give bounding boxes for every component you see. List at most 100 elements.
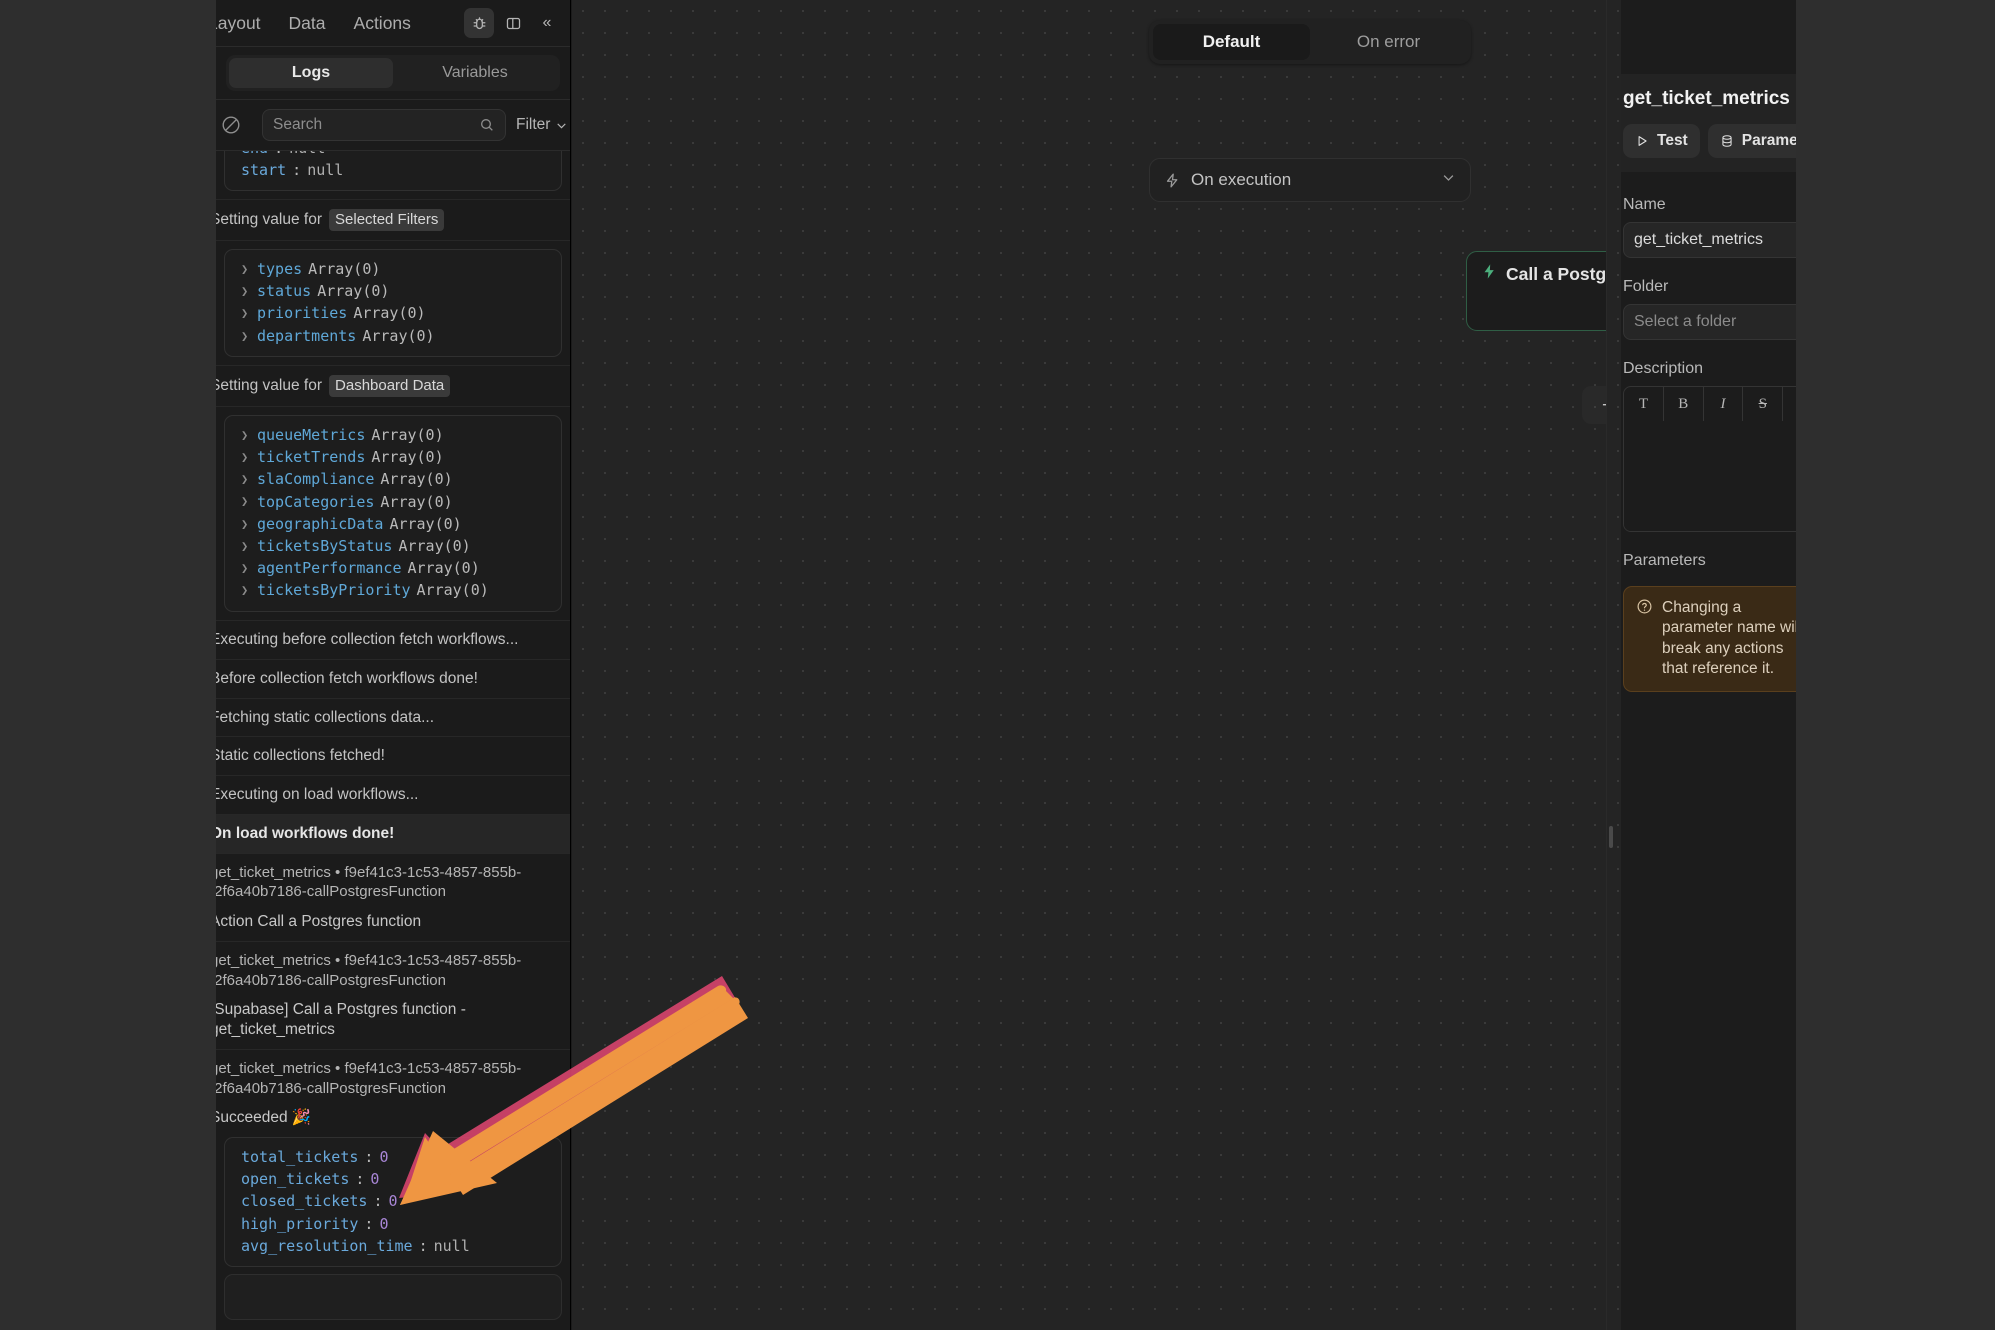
- italic-icon[interactable]: I: [1704, 387, 1744, 421]
- tree-row[interactable]: ❯ticketsByStatusArray(0): [225, 535, 561, 557]
- folder-select[interactable]: Select a folder: [1623, 304, 1796, 340]
- code-row: start: null: [225, 159, 561, 181]
- tree-value: Array(0): [408, 559, 480, 578]
- tree-value: Array(0): [398, 537, 470, 556]
- chevron-right-icon[interactable]: ❯: [241, 329, 251, 344]
- chevron-right-icon[interactable]: ❯: [241, 428, 251, 443]
- tree-row[interactable]: ❯ status Array(0): [225, 281, 561, 303]
- debug-panel: Layout Data Actions: [216, 0, 571, 1330]
- clear-logs-icon[interactable]: [220, 112, 242, 138]
- tree-row[interactable]: ❯ticketsByPriorityArray(0): [225, 580, 561, 602]
- chevron-right-icon[interactable]: ❯: [241, 561, 251, 576]
- code-value: 0: [379, 1215, 388, 1234]
- chevron-right-icon[interactable]: ❯: [241, 284, 251, 299]
- text-style-icon[interactable]: T: [1624, 387, 1664, 421]
- logs-filter-row: Filter: [216, 100, 570, 150]
- code-row: avg_resolution_time:null: [225, 1235, 561, 1257]
- chevron-right-icon[interactable]: ❯: [241, 472, 251, 487]
- collapse-icon[interactable]: «: [532, 8, 562, 38]
- log-run-sub: Action Call a Postgres function: [216, 912, 570, 932]
- code-row: total_tickets:0: [225, 1147, 561, 1169]
- name-field[interactable]: get_ticket_metrics: [1623, 222, 1796, 258]
- log-entry[interactable]: Static collections fetched!: [216, 737, 570, 776]
- chevron-right-icon[interactable]: ❯: [241, 517, 251, 532]
- log-entry[interactable]: On load workflows done!: [216, 815, 570, 854]
- log-entry[interactable]: get_ticket_metrics • f9ef41c3-1c53-4857-…: [216, 942, 570, 1050]
- search-input-wrapper[interactable]: [262, 109, 506, 141]
- log-entry[interactable]: Before collection fetch workflows done!: [216, 660, 570, 699]
- chevron-right-icon[interactable]: ❯: [241, 306, 251, 321]
- tree-row[interactable]: ❯ agentPerformance Array(0): [225, 558, 561, 580]
- parameters-button[interactable]: Parameters: [1708, 124, 1796, 158]
- tab-default[interactable]: Default: [1153, 24, 1310, 60]
- strikethrough-icon[interactable]: S: [1743, 387, 1783, 421]
- log-message: Setting value for Dashboard Data: [216, 375, 570, 396]
- panel-icon[interactable]: [498, 8, 528, 38]
- tree-key: priorities: [257, 304, 347, 323]
- link-icon[interactable]: [1783, 387, 1796, 421]
- search-input[interactable]: [273, 116, 473, 134]
- description-editor[interactable]: T B I S: [1623, 386, 1796, 532]
- panel-resize-handle[interactable]: [1609, 826, 1613, 848]
- parameters-button-label: Parameters: [1742, 132, 1796, 150]
- tab-variables[interactable]: Variables: [393, 58, 557, 88]
- branch-segmented-control: Default On error: [1149, 20, 1471, 64]
- tree-row[interactable]: ❯ priorities Array(0): [225, 303, 561, 325]
- menubar-tools: «: [464, 8, 562, 38]
- log-message-text: Executing before collection fetch workfl…: [216, 630, 570, 650]
- bold-icon[interactable]: B: [1664, 387, 1704, 421]
- menu-item-layout[interactable]: Layout: [216, 13, 261, 34]
- log-message: Setting value for Selected Filters: [216, 209, 570, 230]
- log-entry[interactable]: end: null start: null: [216, 151, 570, 200]
- tree-row[interactable]: ❯geographicDataArray(0): [225, 513, 561, 535]
- tree-key: ticketsByPriority: [257, 581, 411, 600]
- tree-row[interactable]: ❯topCategoriesArray(0): [225, 491, 561, 513]
- log-entry[interactable]: Setting value for Selected Filters: [216, 200, 570, 240]
- tree-row[interactable]: ❯slaComplianceArray(0): [225, 469, 561, 491]
- log-entry[interactable]: ❯queueMetricsArray(0) ❯ticketTrendsArray…: [216, 415, 570, 622]
- menu-item-data[interactable]: Data: [289, 13, 326, 34]
- log-entry[interactable]: get_ticket_metrics • f9ef41c3-1c53-4857-…: [216, 1050, 570, 1274]
- chevron-right-icon[interactable]: ❯: [241, 494, 251, 509]
- chevron-right-icon[interactable]: ❯: [241, 262, 251, 277]
- log-entry[interactable]: Setting value for Dashboard Data: [216, 366, 570, 406]
- tree-row[interactable]: ❯ departments Array(0): [225, 325, 561, 347]
- tab-on-error[interactable]: On error: [1310, 24, 1467, 60]
- filter-label: Filter: [516, 116, 550, 134]
- tree-row[interactable]: ❯ types Array(0): [225, 259, 561, 281]
- log-entry[interactable]: Executing before collection fetch workfl…: [216, 621, 570, 660]
- tree-value: Array(0): [362, 327, 434, 346]
- tab-logs[interactable]: Logs: [229, 58, 393, 88]
- chevron-right-icon[interactable]: ❯: [241, 450, 251, 465]
- trigger-node[interactable]: On execution: [1149, 158, 1471, 202]
- log-message-text: Fetching static collections data...: [216, 708, 570, 728]
- description-textarea[interactable]: [1624, 421, 1796, 531]
- log-entry[interactable]: Fetching static collections data...: [216, 699, 570, 738]
- filter-button[interactable]: Filter: [516, 116, 568, 134]
- test-button[interactable]: Test: [1623, 124, 1700, 158]
- page-title: get_ticket_metrics: [1623, 88, 1796, 110]
- tree-key: geographicData: [257, 515, 383, 534]
- log-entry[interactable]: Executing on load workflows...: [216, 776, 570, 815]
- chevron-down-icon: [555, 119, 568, 132]
- chevron-right-icon[interactable]: ❯: [241, 583, 251, 598]
- bug-icon[interactable]: [464, 8, 494, 38]
- logs-list[interactable]: end: null start: null Setting value for …: [216, 151, 570, 1274]
- log-message-text: Static collections fetched!: [216, 746, 570, 766]
- search-icon: [479, 117, 495, 133]
- menu-item-actions[interactable]: Actions: [354, 13, 411, 34]
- log-chip: Selected Filters: [329, 209, 444, 230]
- log-entry[interactable]: get_ticket_metrics • f9ef41c3-1c53-4857-…: [216, 854, 570, 942]
- tree-row[interactable]: ❯ticketTrendsArray(0): [225, 447, 561, 469]
- panel-header-actions: Test Parameters: [1623, 124, 1796, 158]
- log-tree: ❯ types Array(0) ❯ status Array(0) ❯ pri…: [224, 249, 562, 358]
- chevron-down-icon[interactable]: [1441, 170, 1456, 190]
- log-entry[interactable]: ❯ types Array(0) ❯ status Array(0) ❯ pri…: [216, 249, 570, 367]
- code-value: 0: [388, 1192, 397, 1211]
- editor-menubar: Layout Data Actions: [216, 0, 570, 46]
- tree-row[interactable]: ❯queueMetricsArray(0): [225, 425, 561, 447]
- screen-root: Layout Data Actions: [0, 0, 1995, 1330]
- tree-key: agentPerformance: [257, 559, 402, 578]
- code-row: end: null: [225, 151, 561, 159]
- chevron-right-icon[interactable]: ❯: [241, 539, 251, 554]
